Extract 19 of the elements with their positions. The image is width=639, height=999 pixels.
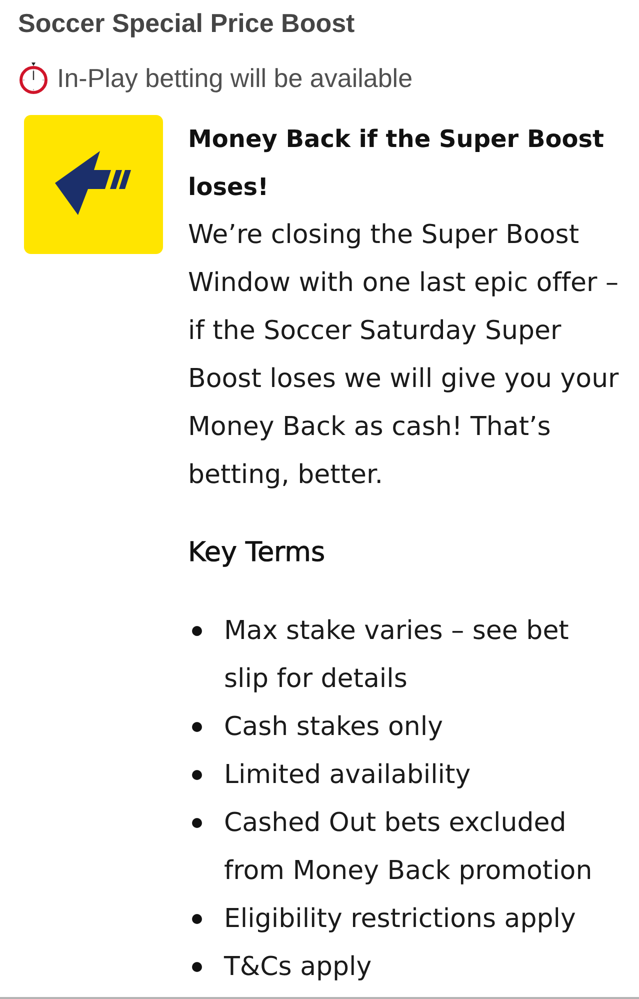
arrow-logo-icon bbox=[24, 115, 163, 254]
bullet-icon bbox=[192, 722, 202, 732]
bullet-icon bbox=[192, 962, 202, 972]
offer-description: We’re closing the Super Boost Window with one last epic offer – if the Soccer Saturday Super Boost loses we will give you your Money Back as cash! That’s betting, better. bbox=[188, 219, 619, 492]
key-terms-heading: Key Terms bbox=[188, 536, 326, 570]
section-title: Soccer Special Price Boost bbox=[18, 8, 356, 38]
stopwatch-icon bbox=[19, 62, 48, 94]
term-text: T&Cs apply bbox=[224, 951, 373, 984]
bullet-icon bbox=[192, 914, 202, 924]
term-text: Limited availability bbox=[224, 759, 472, 792]
bullet-icon bbox=[192, 626, 202, 636]
bullet-icon bbox=[192, 770, 202, 780]
term-text: Cash stakes only bbox=[224, 711, 444, 744]
bullet-icon bbox=[192, 818, 202, 828]
offer-headline: Money Back if the Super Boost loses! bbox=[188, 124, 606, 203]
term-text: Cashed Out bets excluded from Money Back promotion bbox=[224, 807, 594, 888]
term-text: Max stake varies – see bet slip for details bbox=[224, 615, 570, 696]
term-text: Eligibility restrictions apply bbox=[224, 903, 577, 936]
notice-text: In-Play betting will be available bbox=[57, 63, 413, 93]
